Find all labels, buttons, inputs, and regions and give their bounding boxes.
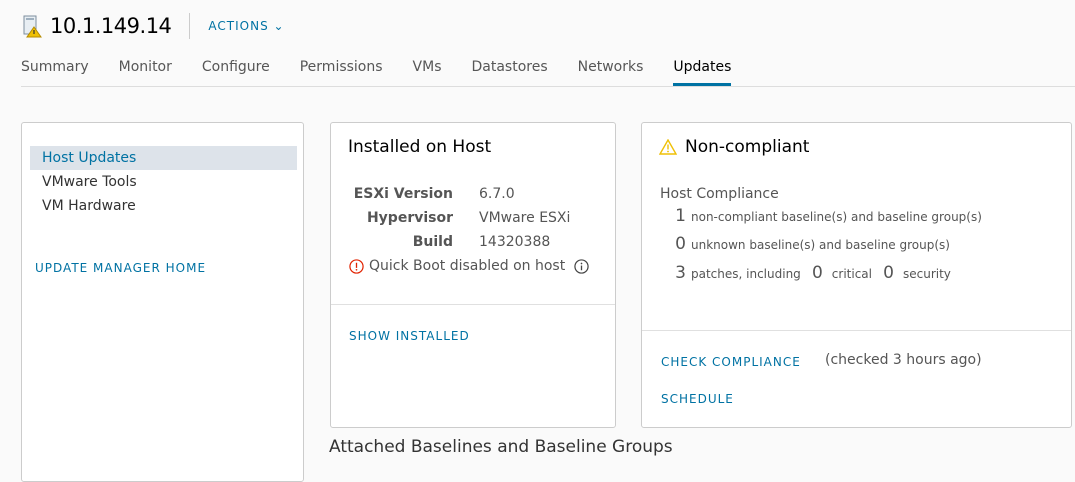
warning-icon [659, 139, 677, 155]
baselines-heading: Attached Baselines and Baseline Groups [329, 437, 673, 457]
critical-count: 0 [811, 263, 823, 283]
quick-boot-status: Quick Boot disabled on host [349, 258, 589, 274]
error-circle-icon [349, 258, 364, 274]
tab-configure[interactable]: Configure [202, 58, 270, 86]
schedule-button[interactable]: SCHEDULE [661, 392, 734, 406]
page-title: 10.1.149.14 [50, 14, 172, 38]
patches-text: patches, including [691, 267, 801, 281]
unknown-text: unknown baseline(s) and baseline group(s… [691, 238, 950, 252]
actions-label: ACTIONS [208, 19, 269, 33]
divider [189, 13, 191, 39]
sidebar-item-host-updates[interactable]: Host Updates [30, 146, 297, 170]
card-title: Installed on Host [348, 137, 492, 157]
tab-networks[interactable]: Networks [578, 58, 644, 86]
esxi-version-value: 6.7.0 [479, 186, 515, 202]
build-value: 14320388 [479, 234, 551, 250]
divider [642, 330, 1071, 331]
critical-text: critical [831, 267, 872, 281]
noncompliant-text: non-compliant baseline(s) and baseline g… [691, 210, 982, 224]
host-compliance-label: Host Compliance [660, 186, 779, 202]
patches-count: 3 [675, 263, 686, 283]
tab-divider [21, 86, 1075, 87]
actions-menu-button[interactable]: ACTIONS ⌄ [208, 19, 284, 33]
sidebar-item-vm-hardware[interactable]: VM Hardware [30, 194, 297, 218]
tab-updates[interactable]: Updates [673, 58, 732, 86]
tab-bar: Summary Monitor Configure Permissions VM… [21, 58, 761, 86]
tab-datastores[interactable]: Datastores [472, 58, 548, 86]
hypervisor-value: VMware ESXi [479, 210, 571, 226]
compliance-status: Non-compliant [685, 137, 810, 157]
show-installed-button[interactable]: SHOW INSTALLED [349, 329, 470, 343]
last-checked-text: (checked 3 hours ago) [825, 352, 982, 368]
updates-sidebar: Host Updates VMware Tools VM Hardware UP… [21, 122, 304, 482]
security-count: 0 [883, 263, 894, 283]
info-icon[interactable] [574, 258, 589, 274]
sidebar-item-vmware-tools[interactable]: VMware Tools [30, 170, 297, 194]
security-text: security [903, 267, 951, 281]
host-warning-icon [23, 15, 42, 38]
check-compliance-button[interactable]: CHECK COMPLIANCE [661, 355, 801, 369]
header: 10.1.149.14 ACTIONS ⌄ [22, 10, 285, 42]
unknown-count: 0 [675, 234, 686, 254]
tab-monitor[interactable]: Monitor [119, 58, 172, 86]
quick-boot-text: Quick Boot disabled on host [369, 258, 566, 274]
compliance-card: Non-compliant Host Compliance 1 non-compl… [641, 122, 1072, 428]
chevron-down-icon: ⌄ [273, 19, 285, 33]
update-manager-home-link[interactable]: UPDATE MANAGER HOME [35, 261, 206, 275]
installed-on-host-card: Installed on Host ESXi Version 6.7.0 Hype… [330, 122, 616, 428]
divider [331, 304, 615, 305]
tab-permissions[interactable]: Permissions [300, 58, 383, 86]
esxi-version-label: ESXi Version [353, 186, 453, 202]
tab-summary[interactable]: Summary [21, 58, 89, 86]
build-label: Build [412, 234, 453, 250]
hypervisor-label: Hypervisor [366, 210, 453, 226]
tab-vms[interactable]: VMs [413, 58, 442, 86]
noncompliant-count: 1 [675, 206, 686, 226]
